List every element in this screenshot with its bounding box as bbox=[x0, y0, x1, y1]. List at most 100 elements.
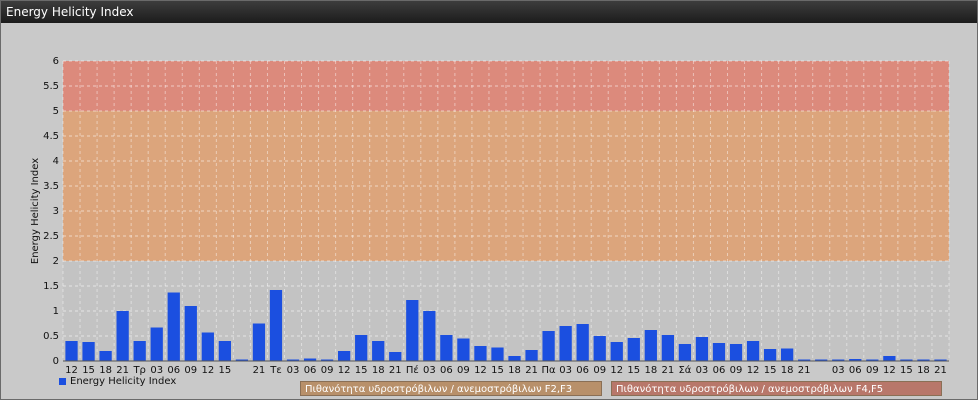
x-tick-label: 06 bbox=[713, 365, 726, 376]
bar bbox=[457, 338, 470, 361]
x-tick-label: 12 bbox=[883, 365, 896, 376]
x-tick-label: 06 bbox=[304, 365, 317, 376]
bar bbox=[610, 342, 623, 361]
bar bbox=[389, 352, 402, 361]
x-tick-label: 18 bbox=[372, 365, 385, 376]
x-tick-label: 06 bbox=[167, 365, 180, 376]
bar bbox=[525, 350, 538, 361]
y-tick-label: 2 bbox=[53, 256, 59, 267]
legend[interactable]: Energy Helicity Index bbox=[59, 376, 176, 387]
zone-f2f3-button[interactable]: Πιθανότητα υδροστρόβιλων / ανεμοστρόβιλω… bbox=[300, 381, 602, 396]
x-tick-label: 21 bbox=[525, 365, 538, 376]
bar bbox=[82, 342, 95, 361]
bar bbox=[355, 335, 368, 361]
bar bbox=[746, 341, 760, 361]
bar bbox=[781, 348, 794, 361]
y-tick-label: 0.5 bbox=[43, 331, 59, 342]
x-tick-label: 15 bbox=[82, 365, 95, 376]
bar bbox=[678, 344, 692, 361]
y-tick-label: 3 bbox=[53, 206, 59, 217]
x-tick-label: 03 bbox=[423, 365, 436, 376]
x-tick-label: 21 bbox=[798, 365, 811, 376]
y-axis-label: Energy Helicity Index bbox=[30, 158, 41, 264]
x-tick-label: Σά bbox=[678, 364, 691, 376]
bar bbox=[474, 346, 487, 361]
x-tick-label: 15 bbox=[900, 365, 913, 376]
y-tick-label: 0 bbox=[53, 356, 59, 367]
y-tick-label: 4.5 bbox=[43, 131, 59, 142]
x-tick-label: 09 bbox=[730, 365, 743, 376]
bar bbox=[184, 306, 197, 361]
bar bbox=[150, 327, 163, 361]
x-tick-label: 18 bbox=[508, 365, 521, 376]
bar bbox=[695, 337, 709, 361]
x-tick-label: 09 bbox=[866, 365, 879, 376]
x-tick-label: 21 bbox=[253, 365, 266, 376]
chart-window: Energy Helicity Index 0 0.5 1 1.5 2 2.5 3 3.5 4 4… bbox=[0, 0, 978, 400]
bar bbox=[65, 341, 78, 361]
x-tick-label: 03 bbox=[287, 365, 300, 376]
bar bbox=[372, 341, 385, 361]
x-tick-label: 15 bbox=[764, 365, 777, 376]
x-tick-label: 12 bbox=[65, 365, 78, 376]
x-tick-label: Τρ bbox=[132, 365, 145, 376]
x-tick-label: 06 bbox=[440, 365, 453, 376]
bar bbox=[883, 356, 896, 361]
bar bbox=[218, 341, 231, 361]
x-tick-label: 03 bbox=[150, 365, 163, 376]
x-tick-label: Πα bbox=[542, 365, 557, 376]
x-tick-label: 06 bbox=[576, 365, 589, 376]
bar bbox=[644, 330, 657, 361]
bar bbox=[593, 336, 606, 361]
x-tick-label: 18 bbox=[99, 365, 112, 376]
bar bbox=[729, 344, 743, 361]
legend-swatch bbox=[59, 378, 66, 385]
x-tick-label: 21 bbox=[934, 365, 947, 376]
ehi-chart: 0 0.5 1 1.5 2 2.5 3 3.5 4 4.5 5 5.5 6 Energy Helicity… bbox=[30, 56, 950, 376]
bar bbox=[559, 326, 572, 361]
bar bbox=[99, 351, 112, 361]
bar bbox=[167, 292, 180, 361]
x-tick-label: 18 bbox=[644, 365, 657, 376]
y-tick-label: 3.5 bbox=[43, 181, 59, 192]
bar bbox=[338, 351, 351, 361]
bar bbox=[133, 341, 146, 361]
x-tick-label: 18 bbox=[917, 365, 930, 376]
y-tick-label: 5.5 bbox=[43, 81, 59, 92]
y-tick-label: 2.5 bbox=[43, 231, 59, 242]
x-tick-label: 12 bbox=[201, 365, 214, 376]
bar bbox=[269, 290, 283, 361]
x-tick-label: 18 bbox=[781, 365, 794, 376]
x-tick-label: 15 bbox=[491, 365, 504, 376]
bar bbox=[406, 300, 419, 361]
bar bbox=[627, 338, 640, 361]
zone-f4f5-button[interactable]: Πιθανότητα υδροστρόβιλων / ανεμοστρόβιλω… bbox=[611, 381, 942, 396]
y-tick-label: 6 bbox=[53, 56, 59, 67]
x-tick-label: 03 bbox=[832, 365, 845, 376]
bar bbox=[440, 335, 453, 361]
x-tick-label: 09 bbox=[593, 365, 606, 376]
bar bbox=[508, 356, 521, 361]
bar bbox=[712, 343, 726, 361]
x-tick-label: 15 bbox=[218, 365, 231, 376]
x-tick-label: 15 bbox=[627, 365, 640, 376]
y-tick-label: 5 bbox=[53, 106, 59, 117]
bar bbox=[252, 323, 266, 361]
x-tick-label: 03 bbox=[696, 365, 709, 376]
y-tick-label: 1 bbox=[53, 306, 59, 317]
bar bbox=[542, 331, 555, 361]
bar bbox=[423, 311, 436, 361]
x-tick-label: 12 bbox=[474, 365, 487, 376]
x-tick-label: 03 bbox=[559, 365, 572, 376]
bar bbox=[661, 335, 674, 361]
x-tick-label: 06 bbox=[849, 365, 862, 376]
x-tick-label: 21 bbox=[661, 365, 674, 376]
x-tick-label: 15 bbox=[355, 365, 368, 376]
x-tick-label: 12 bbox=[747, 365, 760, 376]
x-tick-label: Πέ bbox=[406, 364, 419, 376]
x-tick-label: 09 bbox=[321, 365, 334, 376]
x-tick-label: 21 bbox=[389, 365, 402, 376]
legend-label: Energy Helicity Index bbox=[70, 376, 177, 387]
x-tick-label: 21 bbox=[116, 365, 129, 376]
window-title: Energy Helicity Index bbox=[1, 1, 977, 23]
